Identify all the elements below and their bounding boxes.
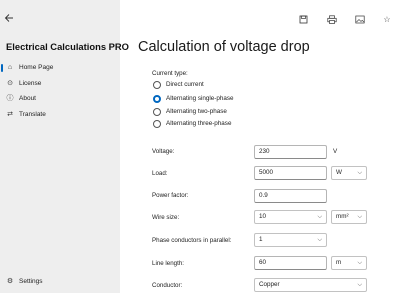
dropdown-value: m — [336, 259, 342, 266]
sidebar-item-home-page[interactable]: ⌂ Home Page — [0, 61, 120, 75]
sidebar-item-label: Home Page — [19, 64, 54, 71]
chevron-down-icon: ⌵ — [357, 260, 362, 266]
phase-conductors-label: Phase conductors in parallel: — [152, 237, 232, 244]
voltage-unit: V — [333, 148, 338, 155]
print-icon[interactable] — [327, 15, 337, 25]
chevron-down-icon: ⌵ — [317, 237, 322, 243]
wire-size-unit-dropdown[interactable]: mm² ⌵ — [331, 210, 367, 224]
translate-icon: ⇄ — [7, 111, 13, 118]
sidebar-item-license[interactable]: ⊙ License — [0, 77, 120, 91]
radio-circle — [153, 120, 161, 128]
line-length-unit-dropdown[interactable]: m ⌵ — [331, 256, 367, 270]
gear-icon: ⚙ — [6, 278, 14, 285]
sidebar: Electrical Calculations PRO ⌂ Home Page … — [0, 0, 129, 293]
voltage-input[interactable]: 230 — [254, 145, 327, 159]
radio-label: Alternating two-phase — [166, 108, 227, 115]
back-arrow-icon[interactable] — [4, 13, 18, 25]
phase-conductors-dropdown[interactable]: 1 ⌵ — [254, 233, 327, 247]
wire-size-dropdown[interactable]: 10 ⌵ — [254, 210, 327, 224]
radio-circle — [153, 108, 161, 116]
wire-size-label: Wire size: — [152, 214, 180, 221]
power-factor-label: Power factor: — [152, 192, 189, 199]
dropdown-value: W — [336, 169, 342, 176]
license-icon: ⊙ — [7, 80, 13, 87]
sidebar-item-settings[interactable]: ⚙ Settings — [0, 275, 120, 289]
image-icon[interactable] — [355, 15, 365, 25]
dropdown-value: Copper — [259, 281, 280, 288]
dropdown-value: 1 — [259, 236, 263, 243]
radio-circle — [153, 95, 161, 103]
home-icon: ⌂ — [7, 64, 13, 71]
line-length-label: Line length: — [152, 260, 184, 267]
chevron-down-icon: ⌵ — [357, 214, 362, 220]
chevron-down-icon: ⌵ — [357, 282, 362, 288]
power-factor-input[interactable]: 0.9 — [254, 189, 327, 203]
app-title: Electrical Calculations PRO — [6, 41, 129, 52]
voltage-label: Voltage: — [152, 148, 175, 155]
load-label: Load: — [152, 170, 168, 177]
conductor-label: Conductor: — [152, 282, 183, 289]
sidebar-item-about[interactable]: ⓘ About — [0, 92, 120, 106]
page-title: Calculation of voltage drop — [138, 39, 310, 55]
save-icon[interactable] — [298, 15, 308, 25]
chevron-down-icon: ⌵ — [317, 214, 322, 220]
chevron-down-icon: ⌵ — [357, 170, 362, 176]
sidebar-item-label: Translate — [19, 111, 46, 118]
current-type-label: Current type: — [152, 70, 188, 77]
load-unit-dropdown[interactable]: W ⌵ — [331, 166, 367, 180]
dropdown-value: mm² — [336, 213, 349, 220]
sidebar-item-label: About — [19, 95, 36, 102]
sidebar-item-label: License — [19, 80, 42, 87]
load-input[interactable]: 5000 — [254, 166, 327, 180]
star-icon[interactable]: ☆ — [382, 15, 392, 25]
radio-circle — [153, 81, 161, 89]
sidebar-item-translate[interactable]: ⇄ Translate — [0, 108, 120, 122]
dropdown-value: 10 — [259, 213, 267, 220]
radio-label: Alternating three-phase — [166, 120, 232, 127]
sidebar-item-label: Settings — [19, 278, 43, 285]
info-icon: ⓘ — [6, 95, 14, 102]
line-length-input[interactable]: 60 — [254, 256, 327, 270]
radio-label: Alternating single-phase — [166, 95, 234, 102]
radio-label: Direct current — [166, 81, 204, 88]
conductor-dropdown[interactable]: Copper ⌵ — [254, 278, 367, 292]
